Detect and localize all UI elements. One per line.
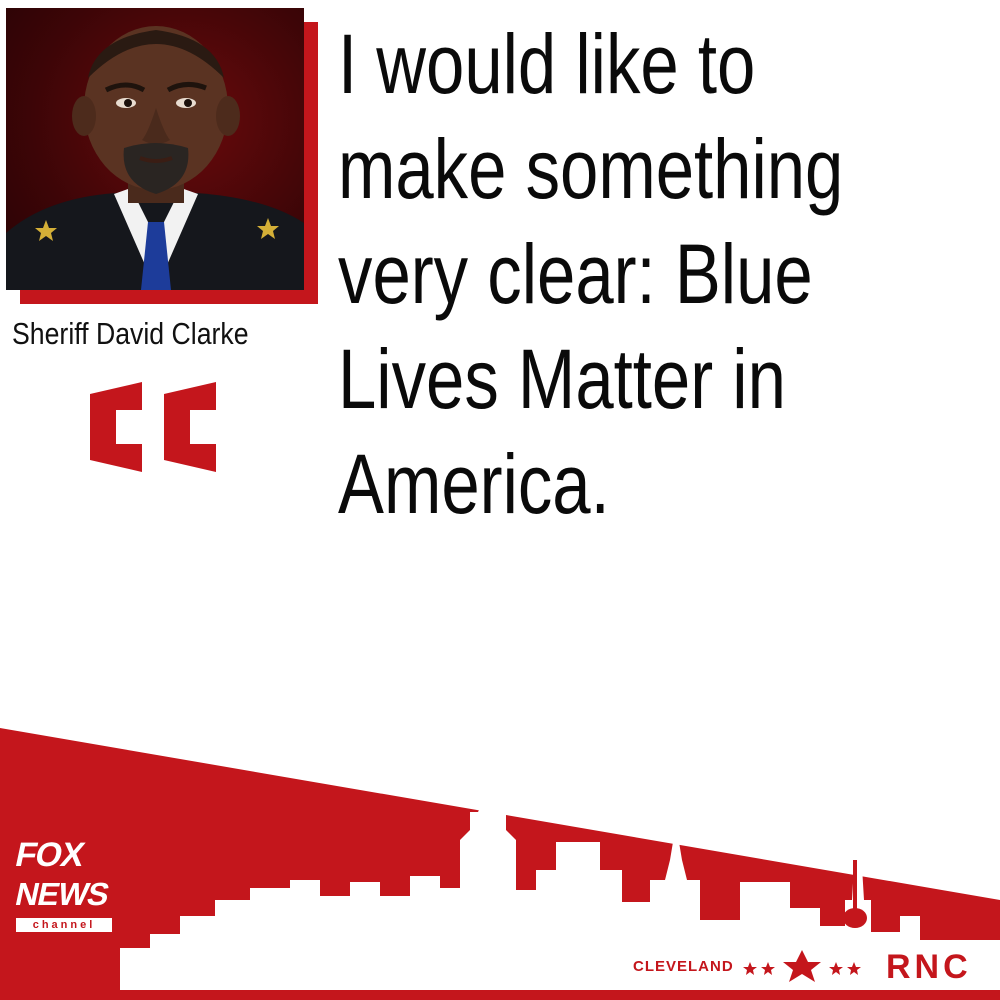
bottom-accent-bar bbox=[0, 990, 1000, 1000]
quote-line: I would like to bbox=[338, 17, 756, 111]
speaker-photo-frame bbox=[6, 8, 304, 290]
quote-mark-icon bbox=[90, 382, 216, 472]
logo-fox-text: FOX bbox=[12, 836, 88, 874]
speaker-name: Sheriff David Clarke bbox=[12, 316, 249, 351]
speaker-photo bbox=[6, 8, 304, 290]
city-label: CLEVELAND bbox=[633, 958, 734, 975]
quote-line: make something bbox=[338, 122, 844, 216]
speaker-portrait-illustration bbox=[6, 26, 304, 290]
rnc-label: RNC bbox=[886, 948, 972, 986]
quote-text: I would like to make something very clea… bbox=[338, 12, 961, 537]
quote-line: America. bbox=[338, 437, 610, 531]
logo-news-text: NEWS bbox=[12, 876, 112, 912]
quote-line: very clear: Blue bbox=[338, 227, 813, 321]
stars-icon bbox=[743, 950, 861, 982]
quote-line: Lives Matter in bbox=[338, 332, 786, 426]
fox-news-logo: FOX NEWS channel bbox=[10, 832, 120, 940]
logo-channel-text: channel bbox=[16, 918, 112, 932]
